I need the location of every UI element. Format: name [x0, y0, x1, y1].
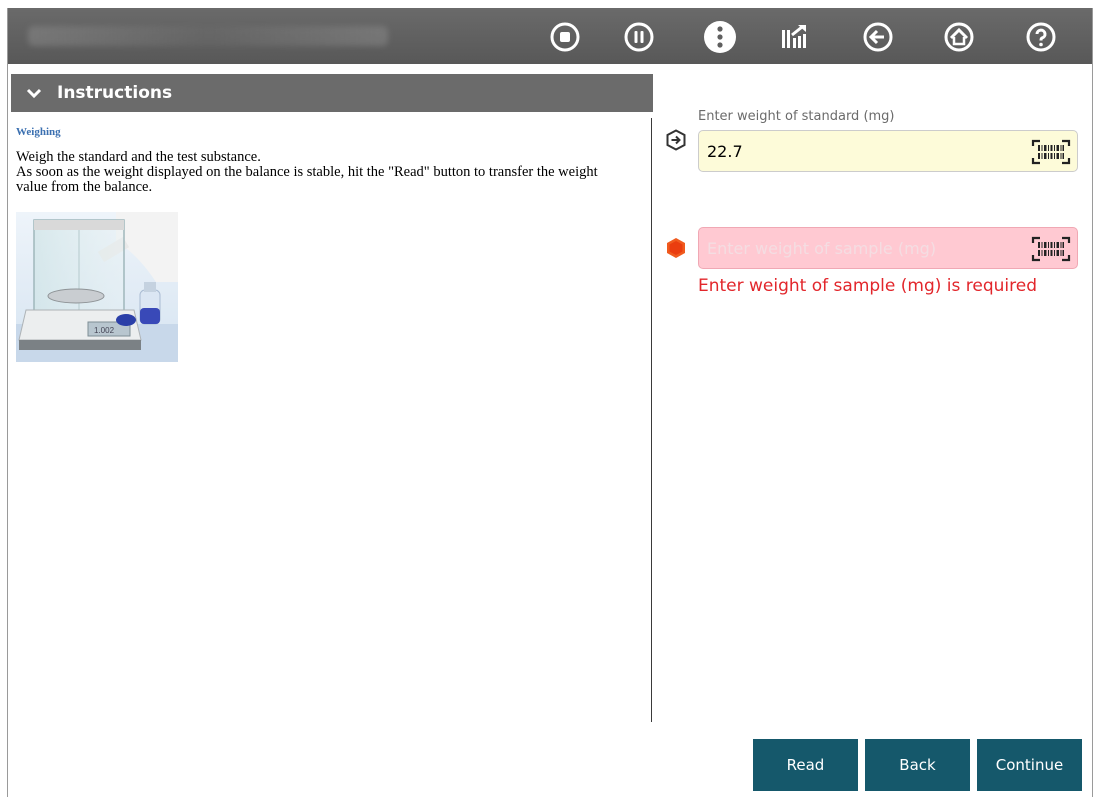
standard-weight-input[interactable] — [707, 131, 1017, 171]
home-icon[interactable] — [942, 20, 976, 54]
panel-divider — [651, 118, 652, 722]
top-toolbar — [8, 8, 1092, 64]
svg-text:1.002: 1.002 — [94, 326, 115, 335]
sample-weight-field — [698, 227, 1078, 269]
barcode-scan-icon[interactable] — [1029, 234, 1073, 264]
standard-weight-field — [698, 130, 1078, 172]
required-indicator-icon — [667, 238, 685, 258]
help-icon[interactable] — [1024, 20, 1058, 54]
balance-photo: 1.002 — [16, 212, 178, 362]
sample-weight-input[interactable] — [707, 228, 1017, 268]
toolbar-title-blurred — [28, 26, 388, 46]
arrow-right-indicator-icon — [666, 129, 686, 151]
instructions-header[interactable]: Instructions — [11, 74, 653, 112]
standard-weight-label: Enter weight of standard (mg) — [698, 109, 895, 124]
pause-icon[interactable] — [622, 20, 656, 54]
stop-icon[interactable] — [548, 20, 582, 54]
chevron-down-icon — [26, 88, 42, 99]
instruction-line: Weigh the standard and the test substanc… — [16, 149, 261, 165]
instruction-line: As soon as the weight displayed on the b… — [16, 164, 598, 180]
continue-button[interactable]: Continue — [977, 739, 1082, 791]
back-arrow-icon[interactable] — [861, 20, 895, 54]
barcode-scan-icon[interactable] — [1029, 137, 1073, 167]
instructions-title: Instructions — [57, 83, 173, 103]
report-icon[interactable] — [778, 20, 812, 54]
sample-weight-error: Enter weight of sample (mg) is required — [698, 276, 1037, 296]
app-frame: Instructions Weighing Weigh the standard… — [7, 8, 1093, 797]
more-icon[interactable] — [703, 20, 737, 54]
back-button[interactable]: Back — [865, 739, 970, 791]
instructions-body: Weighing Weigh the standard and the test… — [16, 126, 646, 195]
instructions-text: Weigh the standard and the test substanc… — [16, 150, 646, 195]
instruction-line: value from the balance. — [16, 179, 153, 195]
section-title: Weighing — [16, 126, 61, 138]
read-button[interactable]: Read — [753, 739, 858, 791]
